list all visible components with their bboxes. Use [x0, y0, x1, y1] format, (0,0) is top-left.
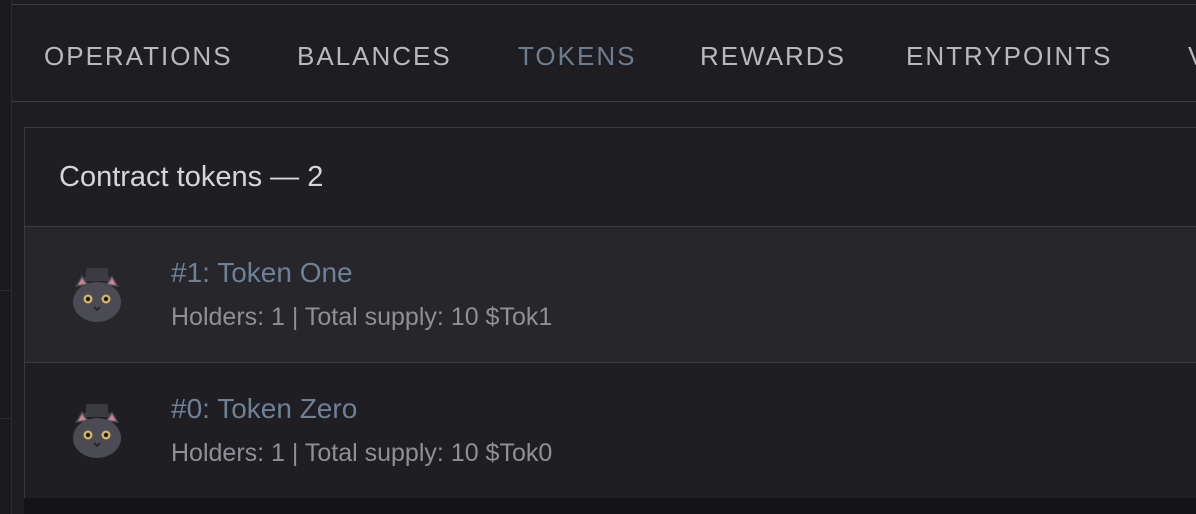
token-details: Holders: 1 | Total supply: 10 $Tok0 — [171, 439, 553, 467]
divider — [0, 418, 11, 419]
divider — [0, 290, 11, 291]
token-title-link[interactable]: #0: Token Zero — [171, 393, 357, 425]
tab-tokens[interactable]: TOKENS — [518, 41, 636, 72]
tokens-card: Contract tokens — 2 #1: Token One Holder… — [24, 127, 1196, 499]
tab-bar: OPERATIONS BALANCES TOKENS REWARDS ENTRY… — [12, 5, 1196, 102]
cat-avatar-icon — [73, 404, 121, 458]
tab-operations[interactable]: OPERATIONS — [44, 41, 233, 72]
card-title: Contract tokens — 2 — [59, 160, 324, 193]
cat-avatar-icon — [73, 268, 121, 322]
token-details: Holders: 1 | Total supply: 10 $Tok1 — [171, 303, 553, 331]
tab-entrypoints[interactable]: ENTRYPOINTS — [906, 41, 1112, 72]
side-panel-edge — [0, 0, 12, 514]
token-list-item[interactable]: #0: Token Zero Holders: 1 | Total supply… — [25, 363, 1196, 498]
token-title-link[interactable]: #1: Token One — [171, 257, 353, 289]
token-list-item[interactable]: #1: Token One Holders: 1 | Total supply:… — [25, 227, 1196, 363]
tab-rewards[interactable]: REWARDS — [700, 41, 846, 72]
page-background — [24, 498, 1196, 514]
card-header: Contract tokens — 2 — [25, 128, 1196, 227]
tab-overflow[interactable]: V — [1188, 41, 1196, 72]
tab-balances[interactable]: BALANCES — [297, 41, 452, 72]
